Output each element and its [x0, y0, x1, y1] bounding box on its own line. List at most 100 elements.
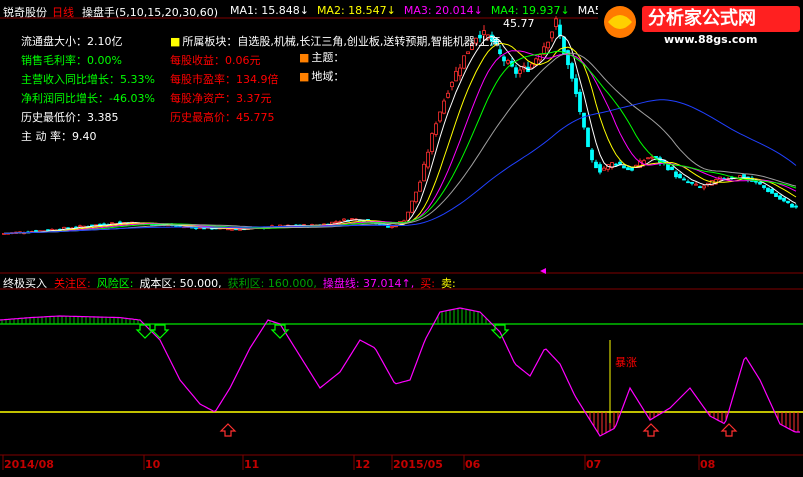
- candle-body: [446, 92, 450, 98]
- logo-url: www.88gs.com: [664, 33, 758, 46]
- buy-arrow-icon: [642, 423, 660, 437]
- candle-body: [410, 200, 414, 213]
- indicator-item-2: 成本区: 50.000,: [139, 277, 222, 290]
- candle-body: [578, 91, 582, 113]
- info-left-item-3: 净利润同比增长：-46.03%: [21, 90, 155, 106]
- candle-body: [414, 191, 418, 203]
- candle-body: [618, 161, 622, 165]
- date-tick-label: 07: [586, 458, 602, 471]
- ma-value-3: MA3: 20.014↓: [403, 4, 483, 17]
- candle-body: [594, 161, 598, 169]
- logo-text: 分析家公式网: [648, 8, 756, 29]
- bullet-icon: ■: [170, 35, 181, 48]
- candle-body: [598, 164, 602, 173]
- info-mid-item-value: 0.06元: [225, 54, 261, 67]
- chart-stage[interactable]: 锐奇股份 日线 操盘手(5,10,15,20,30,60) MA1: 15.84…: [0, 0, 803, 477]
- info-mid-item-1: 每股市盈率：134.9倍: [170, 71, 279, 87]
- info-left-item-0: 流通盘大小：2.10亿: [21, 33, 123, 49]
- info-mid-item-0: 每股收益：0.06元: [170, 52, 261, 68]
- candle-body: [698, 186, 702, 189]
- info-left-item-4: 历史最低价：3.385: [21, 109, 119, 125]
- candle-body: [614, 163, 618, 166]
- info-left-item-value: 3.385: [87, 111, 119, 124]
- candle-body: [590, 149, 594, 161]
- candle-body: [434, 123, 438, 135]
- candle-body: [110, 222, 114, 225]
- date-tick-label: 11: [244, 458, 260, 471]
- candle-body: [626, 167, 630, 171]
- info-left-item-label: 销售毛利率：: [21, 54, 87, 67]
- ma-value-2: MA2: 18.547↓: [316, 4, 396, 17]
- bullet-icon: ■: [299, 70, 310, 83]
- date-tick-label: 2014/08: [4, 458, 54, 471]
- candle-body: [498, 49, 502, 55]
- info-left-item-label: 主 动 率：: [21, 130, 72, 143]
- candle-body: [646, 157, 650, 160]
- sell-arrow-icon: [135, 324, 155, 339]
- indicator-item-6: 卖:: [440, 277, 456, 290]
- candle-body: [786, 200, 790, 204]
- buy-arrow-icon: [219, 423, 237, 437]
- candle-body: [514, 67, 518, 74]
- info-left-item-label: 主营收入同比增长：: [21, 73, 120, 86]
- candle-body: [670, 166, 674, 171]
- info-mid-item-label: 历史最高价：: [170, 111, 236, 124]
- candle-body: [666, 164, 670, 171]
- info-left-item-label: 流通盘大小：: [21, 35, 87, 48]
- info-mid-item-3: 历史最高价：45.775: [170, 109, 275, 125]
- info-mid-item-value: 3.37元: [236, 92, 272, 105]
- candle-body: [602, 167, 606, 171]
- candle-body: [418, 181, 422, 192]
- indicator-item-3: 获利区: 160.000,: [227, 277, 317, 290]
- candle-body: [574, 78, 578, 95]
- candle-body: [230, 228, 234, 231]
- candle-body: [430, 133, 434, 152]
- ma-value-1: MA1: 15.848↓: [230, 4, 309, 17]
- candle-body: [762, 185, 766, 188]
- candle-body: [774, 192, 778, 197]
- date-tick-label: 08: [700, 458, 716, 471]
- candle-body: [770, 188, 774, 194]
- info-left-item-value: 0.00%: [87, 54, 122, 67]
- info-left-item-value: 5.33%: [120, 73, 155, 86]
- info-right-item-0: ■ 主题：: [299, 49, 344, 65]
- candle-body: [506, 60, 510, 64]
- info-mid-item-value: 45.775: [236, 111, 275, 124]
- candle-body: [790, 203, 794, 208]
- candle-body: [562, 36, 566, 55]
- candle-body: [546, 41, 550, 49]
- price-high-label: 45.77: [503, 17, 535, 30]
- ma-value-4: MA4: 19.937↓: [490, 4, 570, 17]
- info-mid-item-label: 每股市盈率：: [170, 73, 236, 86]
- info-mid-item-label: 所属板块：: [182, 35, 238, 48]
- info-mid-item-0: ■ 所属板块：自选股,机械,长江三角,创业板,送转预期,智能机器,上海: [170, 33, 500, 49]
- date-tick-label: 06: [465, 458, 481, 471]
- info-left-item-label: 历史最低价：: [21, 111, 87, 124]
- ma-values: MA1: 15.848↓ MA2: 18.547↓ MA3: 20.014↓ MA4:…: [230, 4, 624, 17]
- candle-body: [582, 112, 586, 128]
- candle-body: [554, 18, 558, 27]
- candle-body: [778, 195, 782, 200]
- date-tick-label: 2015/05: [393, 458, 443, 471]
- candle-body: [758, 181, 762, 185]
- candle-body: [550, 31, 554, 39]
- stock-name: 锐奇股份: [3, 6, 47, 19]
- indicator-title: 终极买入: [3, 277, 47, 290]
- candle-body: [558, 24, 562, 37]
- candle-body: [426, 151, 430, 168]
- info-mid-item-2: 每股净资产：3.37元: [170, 90, 272, 106]
- candle-body: [442, 100, 446, 114]
- candle-body: [422, 163, 426, 182]
- indicator-name: 操盘手(5,10,15,20,30,60): [82, 6, 219, 19]
- candle-body: [686, 181, 690, 184]
- sell-arrow-icon: [150, 324, 170, 339]
- candle-body: [118, 221, 122, 224]
- period-label[interactable]: 日线: [52, 4, 74, 20]
- candle-body: [690, 181, 694, 184]
- info-mid-item-value: 134.9倍: [236, 73, 279, 86]
- candle-body: [454, 70, 458, 82]
- indicator-item-1: 风险区:: [96, 277, 134, 290]
- candle-body: [622, 165, 626, 169]
- indicator-item-5: 买:: [420, 277, 435, 290]
- operator-line: [0, 307, 800, 437]
